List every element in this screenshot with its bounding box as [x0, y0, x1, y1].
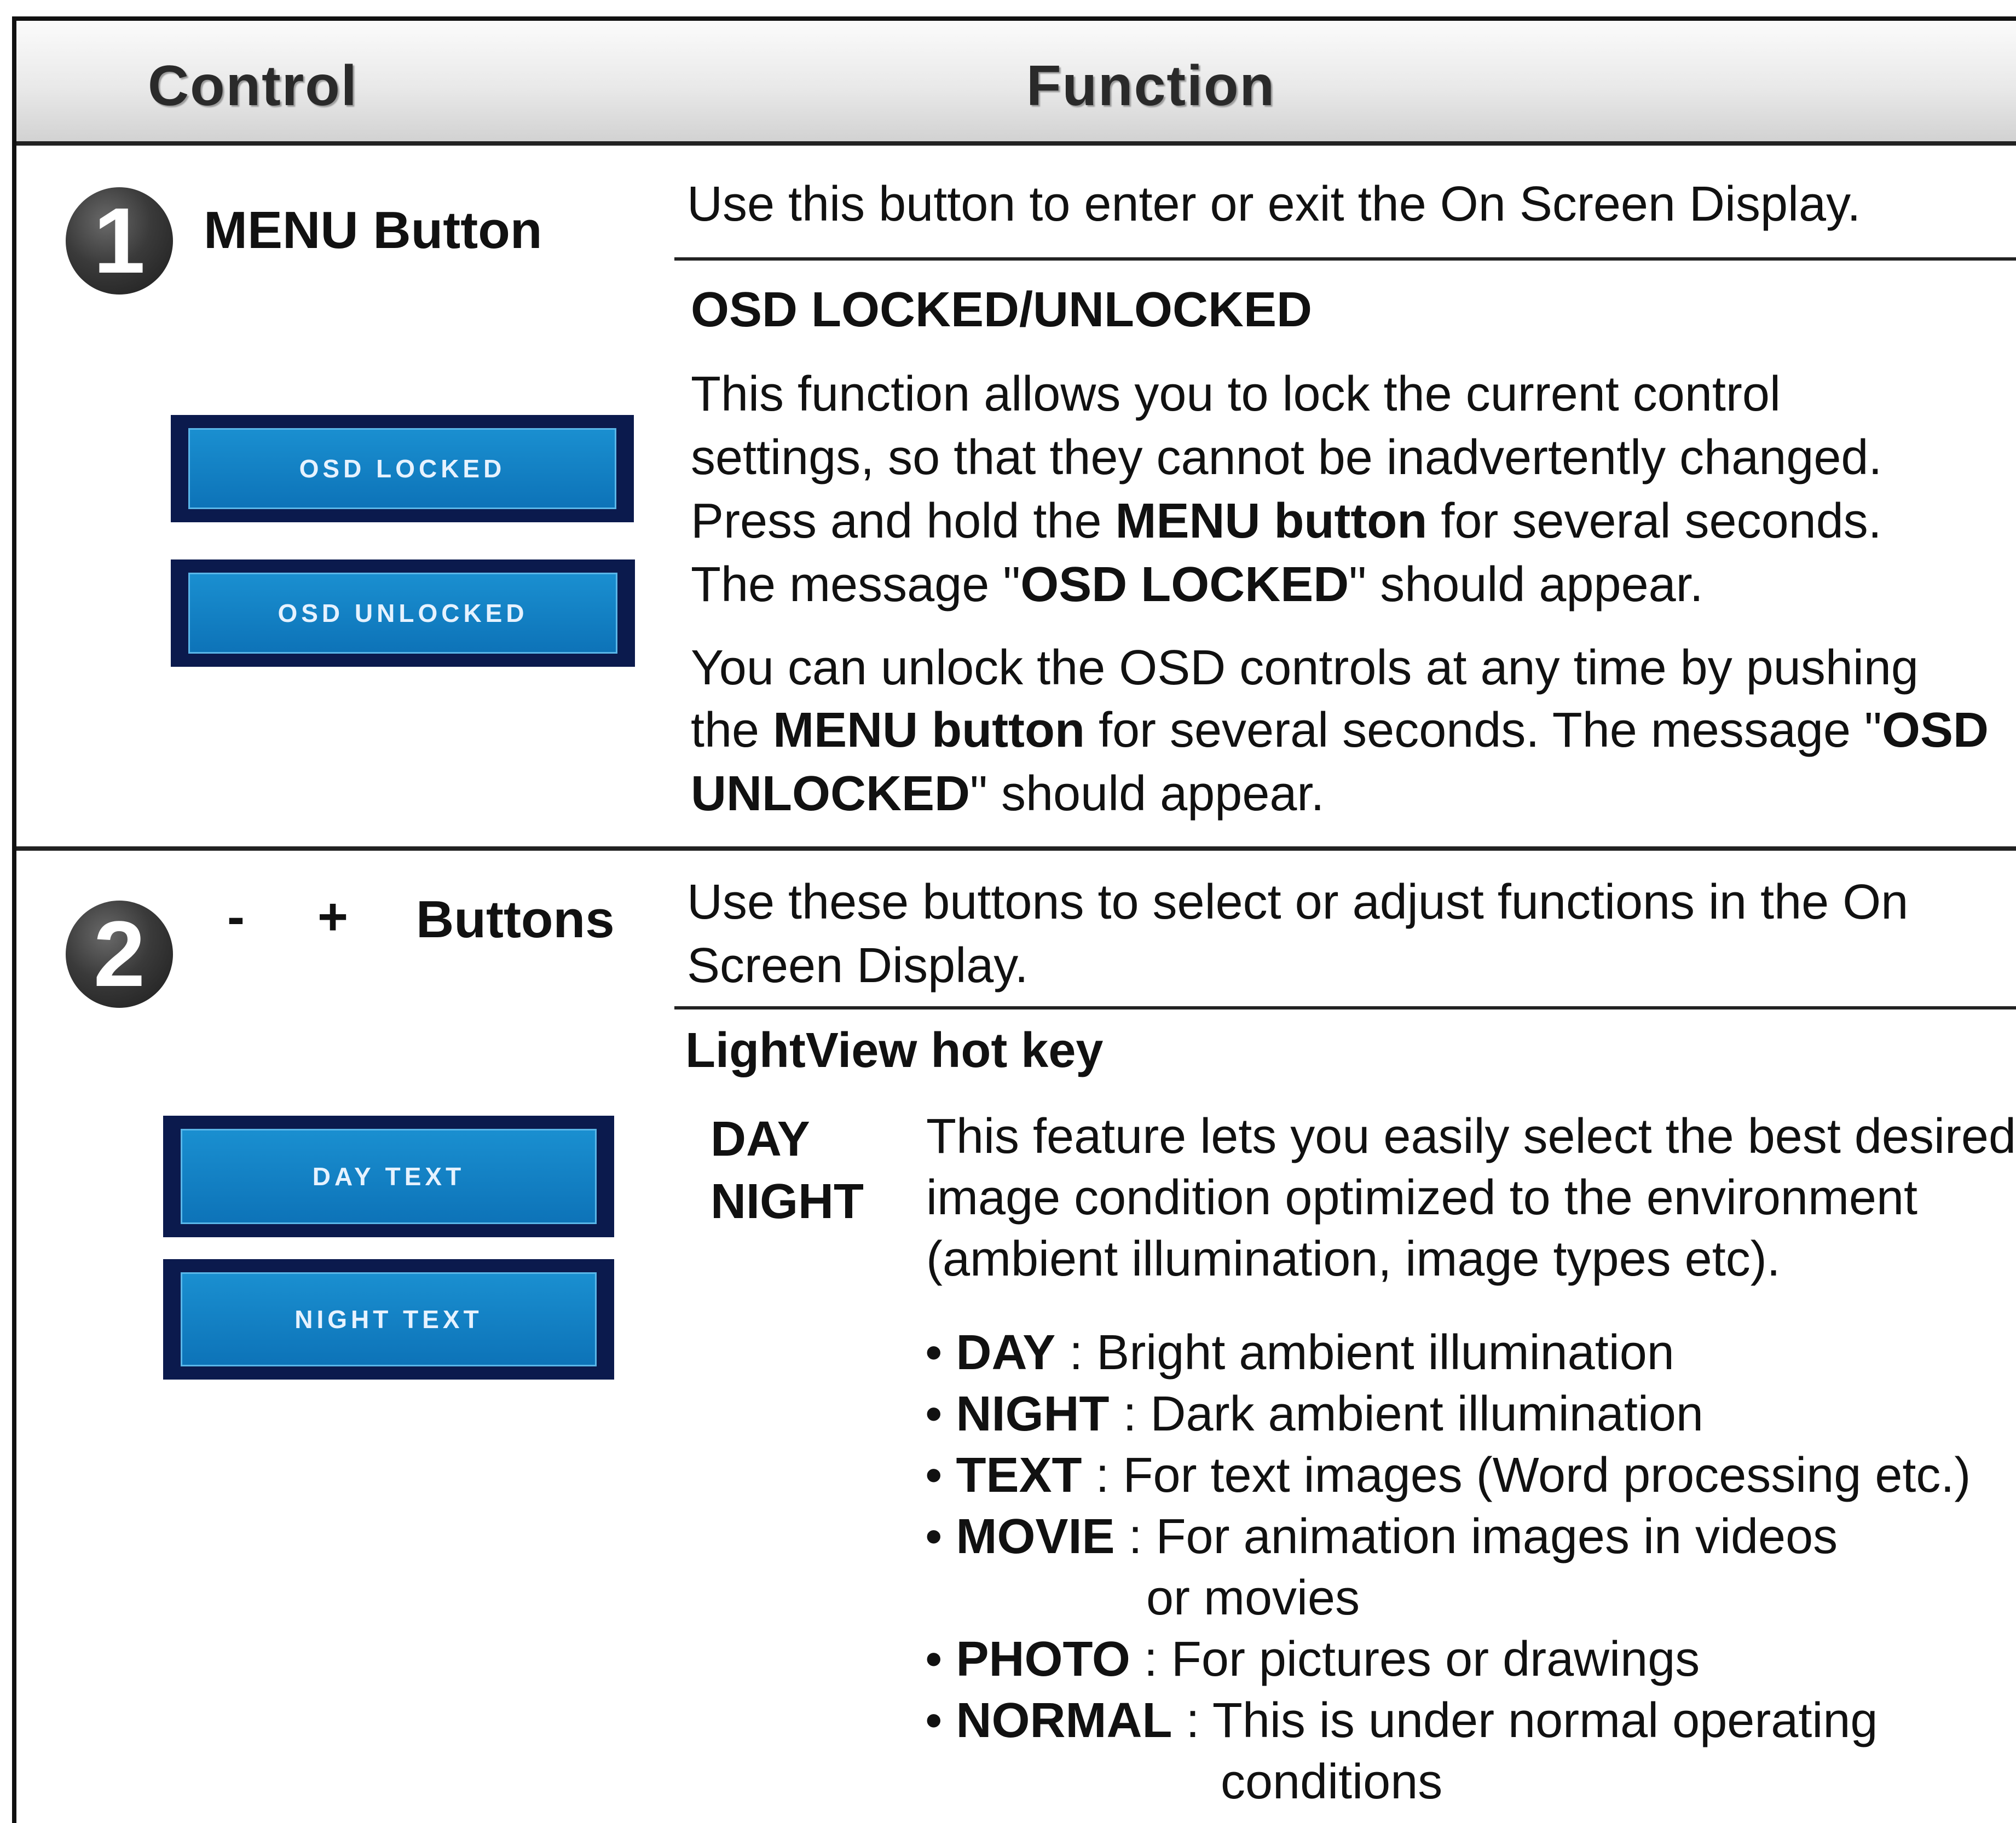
list-item: • NIGHT : Dark ambient illumination [925, 1387, 1703, 1441]
mode-name: PHOTO [956, 1632, 1130, 1687]
day-text-image: DAY TEXT [163, 1116, 614, 1237]
list-item-continuation: conditions [925, 1751, 1971, 1813]
list-item-continuation: or movies [925, 1567, 1971, 1629]
buttons-intro-line2: Screen Display. [687, 938, 1029, 993]
mode-list: • DAY : Bright ambient illumination • NI… [925, 1322, 1971, 1813]
buttons-intro-line1: Use these buttons to select or adjust fu… [687, 875, 1909, 930]
lock-para1-line2: settings, so that they cannot be inadver… [691, 430, 1882, 485]
row-divider [16, 846, 2016, 851]
table-header: Control Function [16, 21, 2016, 146]
osd-locked-image: OSD LOCKED [171, 415, 634, 522]
menu-divider [674, 257, 2016, 261]
unlocked-emphasis: UNLOCKED [691, 766, 970, 821]
text-run: for several seconds. The message " [1084, 703, 1882, 758]
text-run: for several seconds. [1427, 494, 1882, 549]
lock-para2-line1: You can unlock the OSD controls at any t… [691, 641, 1919, 695]
lock-para1-line4: The message "OSD LOCKED" should appear. [691, 553, 1703, 616]
day-text-label: DAY TEXT [181, 1129, 597, 1224]
lock-para2-line2: the MENU button for several seconds. The… [691, 699, 1989, 762]
osd-emphasis: OSD [1881, 703, 1989, 758]
text-run: " should appear. [970, 766, 1325, 821]
osd-unlocked-text: OSD UNLOCKED [188, 573, 617, 654]
text-run: Press and hold the [691, 494, 1116, 549]
mode-desc: : For text images (Word processing etc.) [1082, 1448, 1971, 1503]
mode-name: MOVIE [956, 1509, 1115, 1564]
lightview-desc-line2: image condition optimized to the environ… [926, 1170, 1918, 1225]
lock-para2-line3: UNLOCKED" should appear. [691, 762, 1324, 826]
minus-label: - [227, 887, 245, 946]
mode-desc-cont: conditions [1221, 1755, 1443, 1809]
list-item: • TEXT : For text images (Word processin… [925, 1448, 1971, 1503]
header-function: Function [1026, 54, 1276, 118]
mode-name: TEXT [956, 1448, 1082, 1503]
lightview-title: LightView hot key [685, 1023, 1104, 1078]
text-run: " should appear. [1349, 557, 1703, 612]
list-item: • DAY : Bright ambient illumination [925, 1325, 1674, 1380]
mode-name: NORMAL [956, 1693, 1172, 1748]
list-item: • MOVIE : For animation images in videos [925, 1509, 1838, 1564]
lock-para1-line1: This function allows you to lock the cur… [691, 367, 1781, 422]
text-run: The message " [691, 557, 1021, 612]
menu-button-label: MENU Button [204, 201, 542, 259]
buttons-divider [674, 1006, 2016, 1009]
plus-label: + [317, 887, 349, 946]
buttons-label: Buttons [416, 890, 615, 949]
mode-desc: : For pictures or drawings [1130, 1632, 1700, 1687]
header-control: Control [148, 54, 358, 118]
lock-para1-line3: Press and hold the MENU button for sever… [691, 489, 1882, 553]
number-2-icon: 2 [66, 901, 173, 1008]
osd-locked-text: OSD LOCKED [188, 428, 616, 509]
night-label: NIGHT [710, 1174, 864, 1229]
menu-button-emphasis: MENU button [773, 703, 1085, 758]
mode-desc: : For animation images in videos [1114, 1509, 1838, 1564]
mode-desc-cont: or movies [1146, 1571, 1360, 1625]
osd-locked-emphasis: OSD LOCKED [1020, 557, 1349, 612]
osd-unlocked-image: OSD UNLOCKED [171, 559, 635, 667]
night-text-image: NIGHT TEXT [163, 1259, 614, 1380]
lightview-desc-line3: (ambient illumination, image types etc). [926, 1232, 1781, 1287]
list-item: • PHOTO : For pictures or drawings [925, 1632, 1700, 1687]
osd-lock-title: OSD LOCKED/UNLOCKED [691, 282, 1313, 337]
mode-name: NIGHT [956, 1387, 1110, 1441]
number-1-icon: 1 [66, 187, 173, 295]
night-text-label: NIGHT TEXT [181, 1272, 597, 1366]
text-run: the [691, 703, 773, 758]
list-item: • NORMAL : This is under normal operatin… [925, 1693, 1878, 1748]
mode-desc: : Bright ambient illumination [1055, 1325, 1674, 1380]
mode-desc: : Dark ambient illumination [1109, 1387, 1703, 1441]
day-label: DAY [710, 1112, 810, 1167]
menu-intro: Use this button to enter or exit the On … [687, 177, 1861, 232]
mode-desc: : This is under normal operating [1172, 1693, 1878, 1748]
mode-name: DAY [956, 1325, 1056, 1380]
lightview-desc-line1: This feature lets you easily select the … [926, 1109, 2016, 1164]
menu-button-emphasis: MENU button [1115, 494, 1428, 549]
